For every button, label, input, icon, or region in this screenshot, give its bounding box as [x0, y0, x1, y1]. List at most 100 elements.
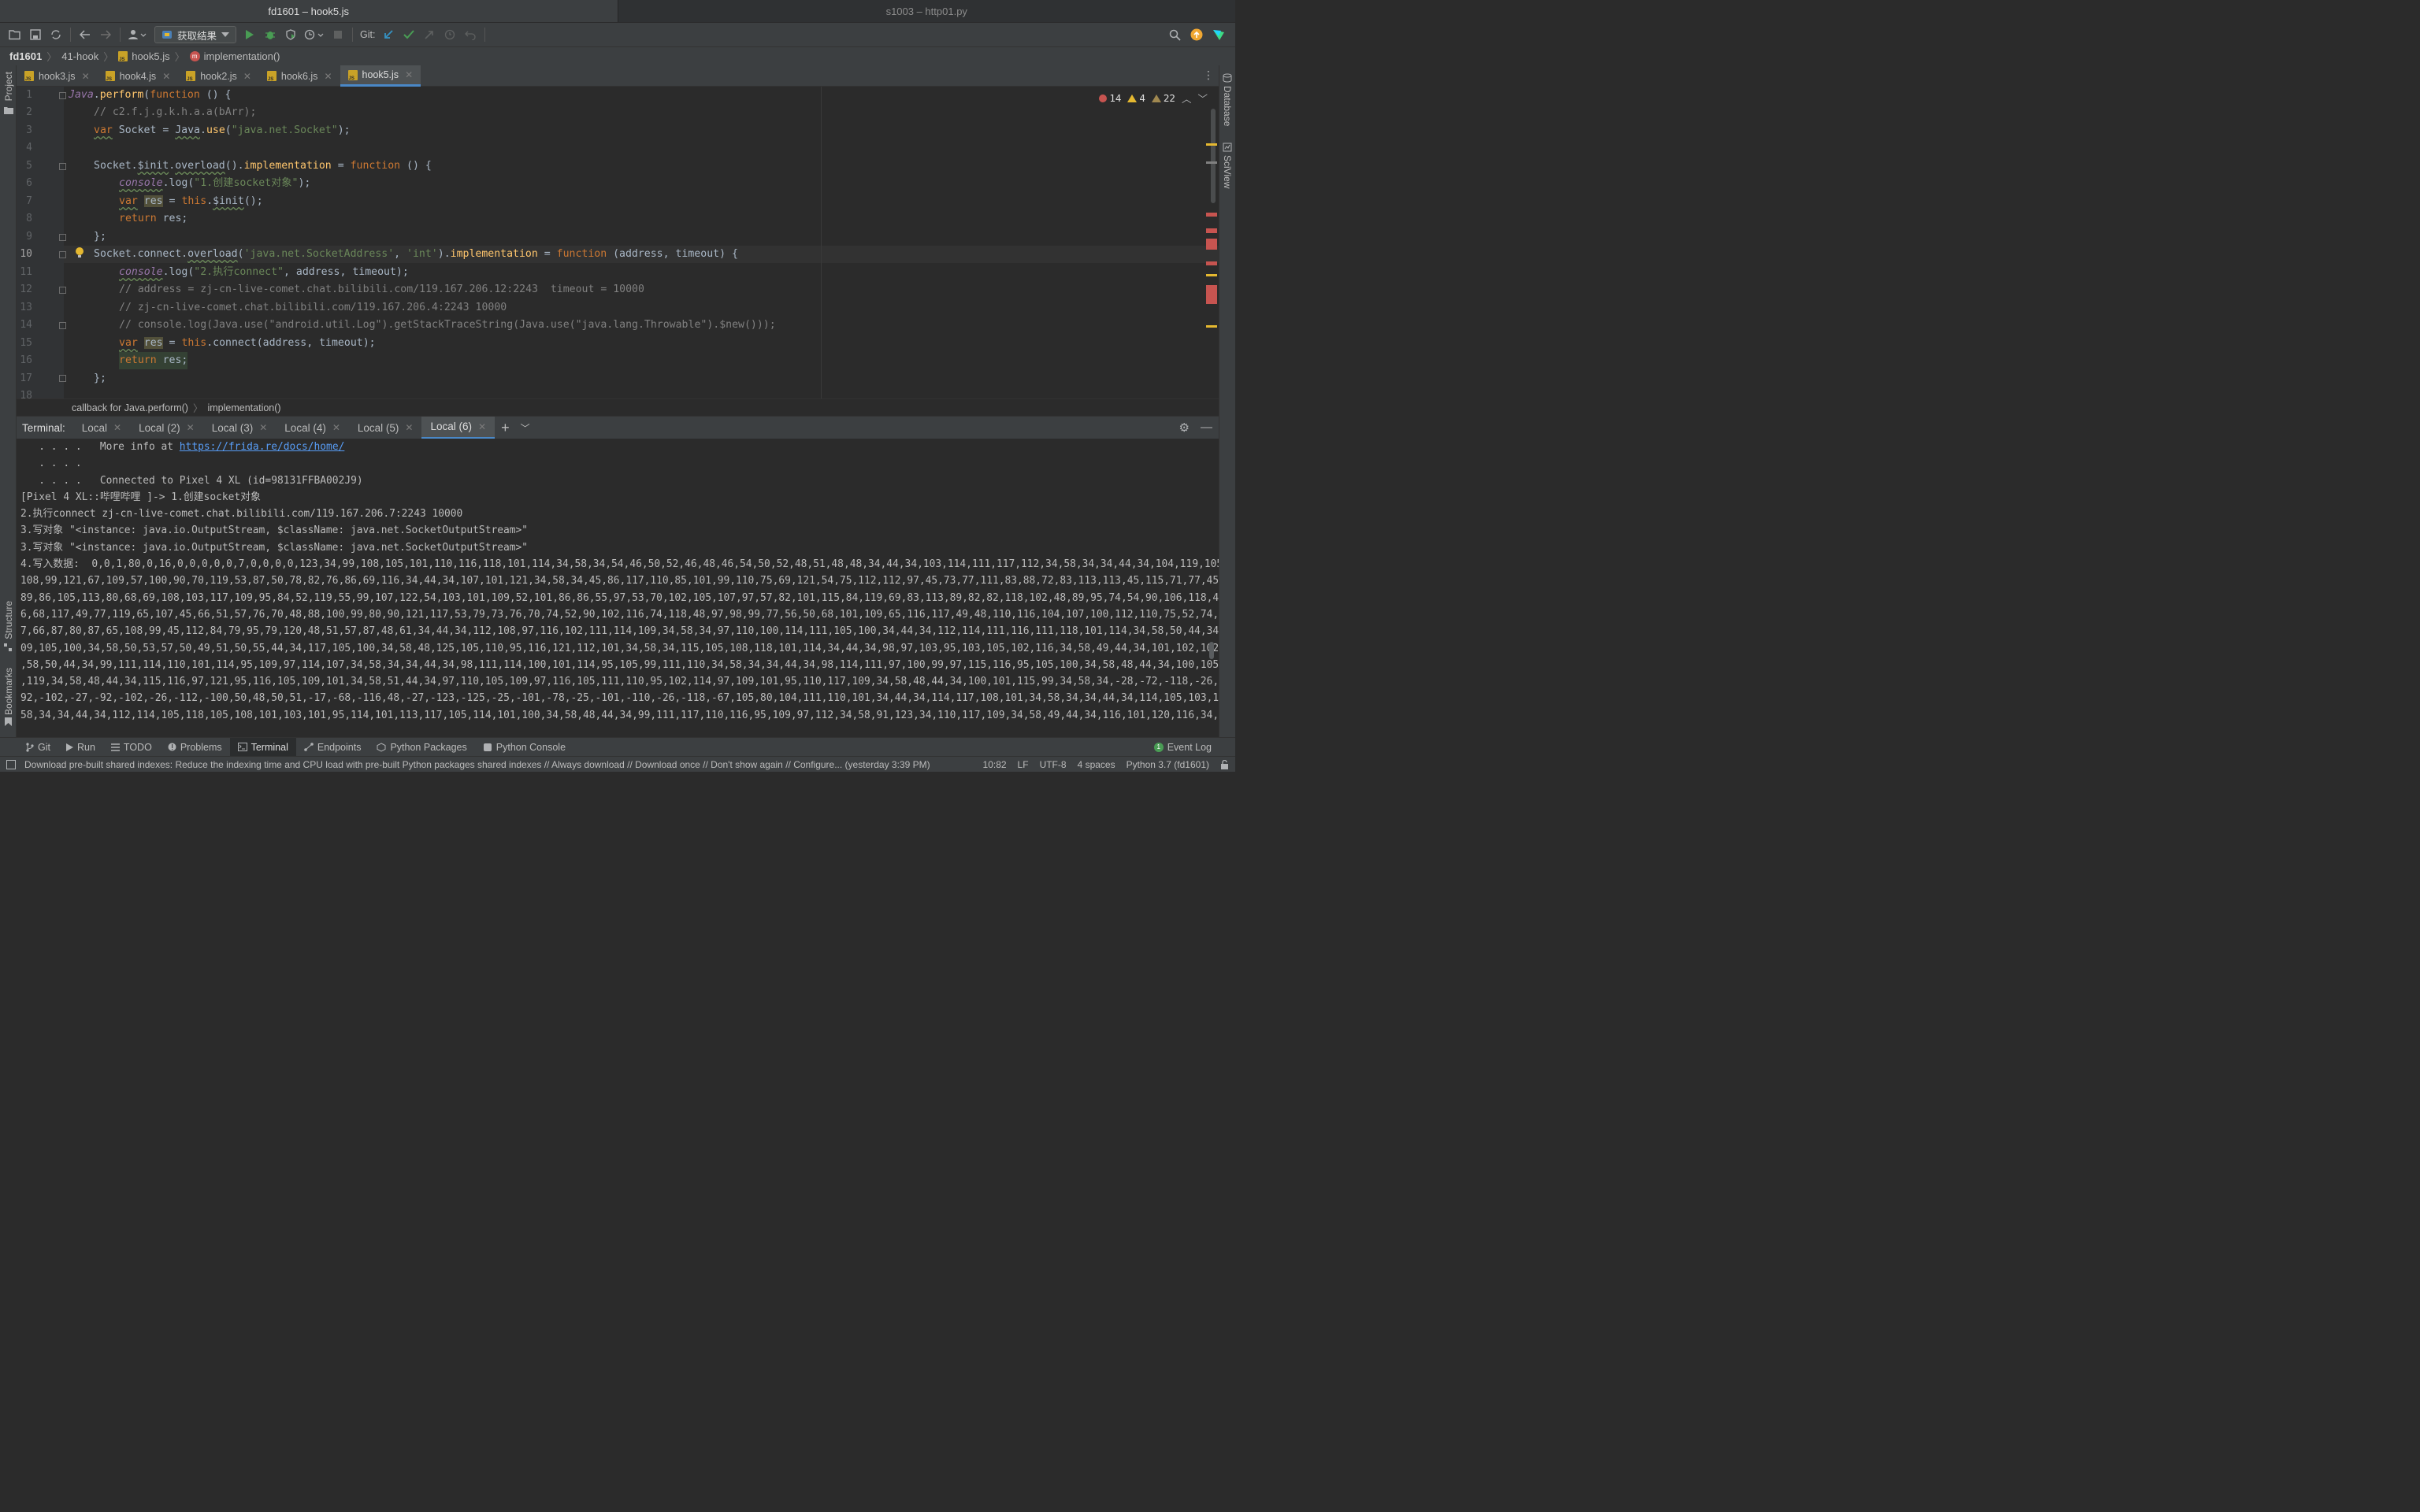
terminal-tab-local-3[interactable]: Local (3) ✕	[203, 417, 277, 439]
indent-setting[interactable]: 4 spaces	[1078, 759, 1115, 770]
user-icon[interactable]	[124, 24, 151, 45]
editor-crumb[interactable]: implementation()	[207, 402, 280, 413]
file-encoding[interactable]: UTF-8	[1040, 759, 1067, 770]
code-editor[interactable]: 1 2 3 4 5 6 7 8 9 10 11 12 13 14 15 16 1…	[17, 87, 1219, 398]
weak-warning-count[interactable]: 22	[1151, 92, 1175, 104]
toolwindow-terminal[interactable]: Terminal	[229, 737, 296, 757]
chevron-up-icon[interactable]: ︿	[1182, 91, 1192, 106]
error-stripe-mark[interactable]	[1206, 285, 1217, 304]
close-icon[interactable]: ✕	[187, 422, 195, 433]
error-stripe-mark[interactable]	[1206, 213, 1217, 217]
structure-tool-button[interactable]: Structure	[3, 601, 14, 639]
forward-arrow-icon[interactable]	[95, 24, 116, 45]
toolwindow-python-packages[interactable]: Python Packages	[369, 738, 474, 757]
python-interpreter[interactable]: Python 3.7 (fd1601)	[1126, 759, 1209, 770]
error-stripe-mark[interactable]	[1206, 161, 1217, 164]
close-icon[interactable]: ✕	[405, 69, 413, 80]
search-icon[interactable]	[1164, 24, 1185, 45]
history-icon[interactable]	[440, 24, 460, 45]
jetbrains-toolbox-icon[interactable]	[1208, 24, 1229, 45]
toolwindow-python-console[interactable]: Python Console	[475, 738, 573, 757]
error-stripe-mark[interactable]	[1206, 143, 1217, 146]
lock-icon[interactable]	[1220, 759, 1229, 769]
database-tool-button[interactable]: Database	[1222, 86, 1233, 126]
bookmarks-tool-button[interactable]: Bookmarks	[3, 668, 14, 715]
gear-icon[interactable]: ⚙	[1179, 421, 1190, 435]
terminal-output[interactable]: . . . . More info at https://frida.re/do…	[17, 439, 1219, 737]
git-commit-icon[interactable]	[399, 24, 419, 45]
error-stripe-mark[interactable]	[1206, 228, 1217, 233]
nav-crumb-folder[interactable]: 41-hook	[61, 50, 98, 62]
toolwindow-run[interactable]: Run	[58, 738, 103, 757]
editor-tab-hook5[interactable]: hook5.js ✕	[340, 65, 421, 87]
editor-tab-hook6[interactable]: hook6.js ✕	[259, 65, 340, 87]
error-count[interactable]: 14	[1099, 92, 1121, 104]
status-message[interactable]: Download pre-built shared indexes: Reduc…	[24, 759, 930, 770]
error-stripe-mark[interactable]	[1206, 261, 1217, 265]
fold-marker-icon[interactable]	[59, 234, 66, 241]
nav-crumb-file[interactable]: hook5.js	[118, 50, 170, 62]
window-tab-s1003[interactable]: s1003 – http01.py	[617, 0, 1235, 22]
tool-window-toggle-icon[interactable]	[6, 760, 16, 769]
editor-tab-hook2[interactable]: hook2.js ✕	[178, 65, 259, 87]
editor-tab-hook4[interactable]: hook4.js ✕	[98, 65, 179, 87]
line-separator[interactable]: LF	[1018, 759, 1029, 770]
chevron-down-icon[interactable]: ﹀	[521, 421, 530, 435]
event-log-button[interactable]: 1 Event Log	[1153, 742, 1212, 753]
terminal-tab-local-5[interactable]: Local (5) ✕	[349, 417, 422, 439]
back-arrow-icon[interactable]	[75, 24, 95, 45]
sciview-tool-button[interactable]: SciView	[1222, 155, 1233, 188]
close-icon[interactable]: ✕	[478, 421, 486, 432]
nav-crumb-project[interactable]: fd1601	[9, 50, 42, 62]
editor-tab-hook3[interactable]: hook3.js ✕	[17, 65, 98, 87]
close-icon[interactable]: ✕	[162, 71, 170, 82]
save-icon[interactable]	[25, 24, 46, 45]
close-icon[interactable]: ✕	[113, 422, 121, 433]
new-terminal-plus-icon[interactable]: +	[501, 420, 510, 436]
fold-marker-icon[interactable]	[59, 92, 66, 99]
close-icon[interactable]: ✕	[405, 422, 413, 433]
stop-icon[interactable]	[328, 24, 348, 45]
terminal-tab-local-6[interactable]: Local (6) ✕	[421, 416, 496, 439]
open-folder-icon[interactable]	[5, 24, 25, 45]
editor-crumb[interactable]: callback for Java.perform()	[72, 402, 188, 413]
rollback-icon[interactable]	[460, 24, 481, 45]
git-update-icon[interactable]	[378, 24, 399, 45]
toolwindow-todo[interactable]: TODO	[103, 738, 160, 757]
chevron-down-icon[interactable]: ﹀	[1197, 91, 1208, 106]
fold-marker-icon[interactable]	[59, 322, 66, 329]
terminal-tab-local-4[interactable]: Local (4) ✕	[276, 417, 349, 439]
terminal-tab-local[interactable]: Local ✕	[73, 417, 130, 439]
inspection-widget[interactable]: 14 4 22 ︿ ﹀	[1099, 91, 1208, 106]
close-icon[interactable]: ✕	[82, 71, 90, 82]
project-tool-button[interactable]: Project	[3, 72, 14, 101]
run-configuration-select[interactable]: 获取结果	[154, 26, 237, 43]
terminal-tab-local-2[interactable]: Local (2) ✕	[130, 417, 203, 439]
terminal-scrollbar[interactable]	[1209, 642, 1214, 659]
close-icon[interactable]: ✕	[243, 71, 251, 82]
fold-marker-icon[interactable]	[59, 375, 66, 382]
caret-position[interactable]: 10:82	[983, 759, 1007, 770]
git-push-icon[interactable]	[419, 24, 440, 45]
coverage-icon[interactable]	[280, 24, 301, 45]
close-icon[interactable]: ✕	[324, 71, 332, 82]
fold-marker-icon[interactable]	[59, 287, 66, 294]
fold-marker-icon[interactable]	[59, 163, 66, 170]
run-icon[interactable]	[239, 24, 260, 45]
fold-marker-icon[interactable]	[59, 251, 66, 258]
toolwindow-git[interactable]: Git	[17, 738, 58, 757]
window-tab-fd1601[interactable]: fd1601 – hook5.js	[0, 0, 618, 22]
update-available-icon[interactable]	[1186, 24, 1207, 45]
warning-count[interactable]: 4	[1127, 92, 1145, 104]
error-stripe-mark[interactable]	[1206, 239, 1217, 250]
editor-scrollbar[interactable]	[1211, 109, 1216, 203]
close-icon[interactable]: ✕	[259, 422, 267, 433]
error-stripe-mark[interactable]	[1206, 325, 1217, 328]
error-stripe-mark[interactable]	[1206, 274, 1217, 276]
close-icon[interactable]: ✕	[332, 422, 340, 433]
sync-icon[interactable]	[46, 24, 66, 45]
profile-icon[interactable]	[301, 24, 328, 45]
frida-docs-link[interactable]: https://frida.re/docs/home/	[180, 441, 345, 453]
toolwindow-problems[interactable]: Problems	[160, 738, 230, 757]
minimize-icon[interactable]: —	[1201, 421, 1212, 435]
